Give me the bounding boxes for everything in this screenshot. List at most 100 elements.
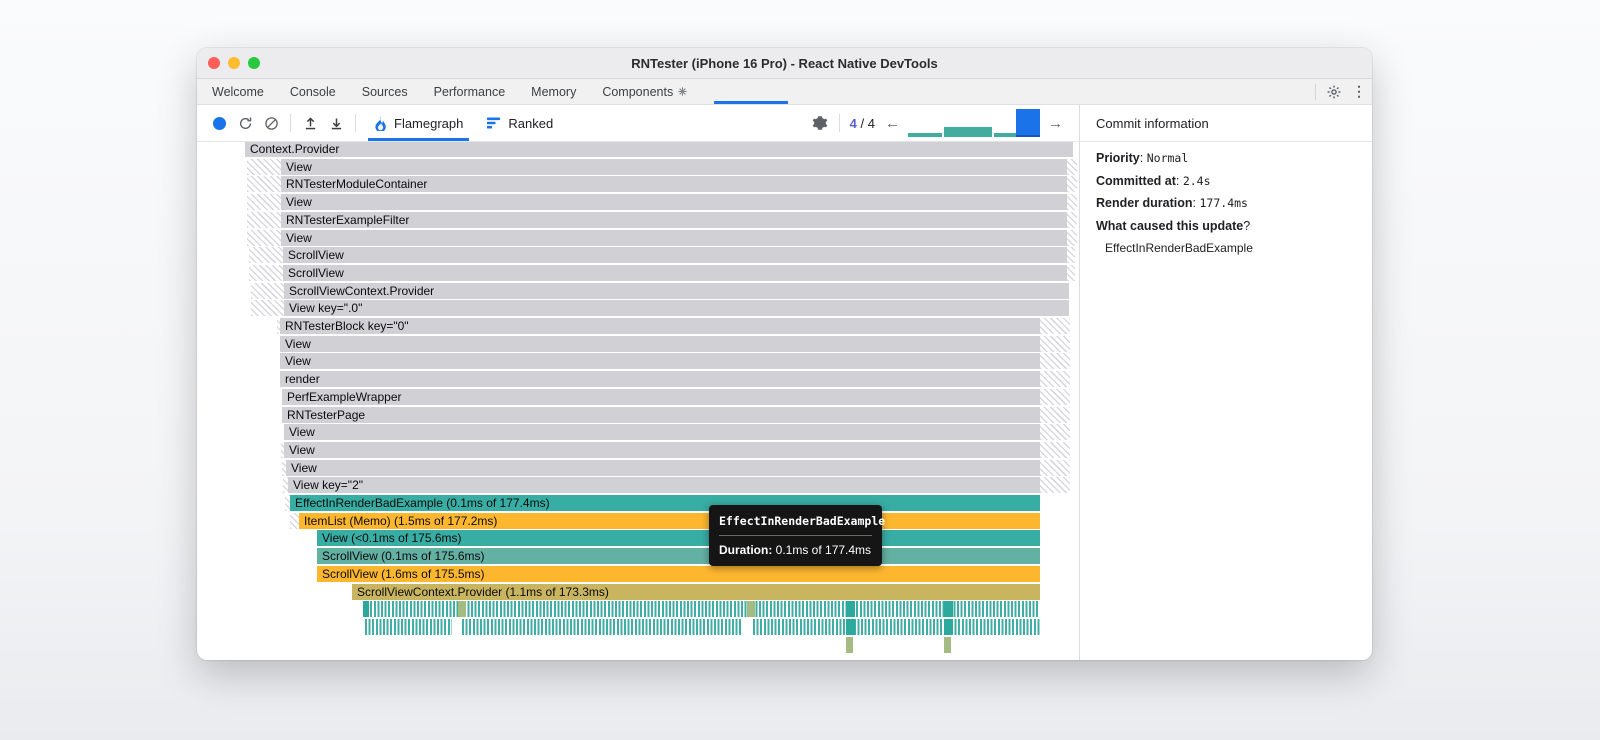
flame-bar-label: View [286,230,312,245]
active-tab-underline [714,101,789,104]
flame-bar[interactable] [944,601,953,618]
devtools-window: RNTester (iPhone 16 Pro) - React Native … [197,48,1372,660]
flame-hatch-right [1067,229,1077,246]
flame-bar[interactable]: ScrollViewContext.Provider [284,282,1069,299]
flame-bar[interactable]: View key=".0" [284,300,1069,317]
tab-performance[interactable]: Performance [421,79,519,104]
flame-bar[interactable]: ScrollView (1.6ms of 175.5ms) [317,565,1040,582]
tab-memory[interactable]: Memory [518,79,589,104]
divider [355,114,356,132]
previous-commit-button[interactable]: ← [879,115,906,132]
clear-profile-button[interactable] [258,110,284,136]
flame-bar[interactable]: View [284,441,1040,458]
titlebar: RNTester (iPhone 16 Pro) - React Native … [197,48,1372,79]
flame-hatch-left [247,229,281,246]
flame-hatch-left [247,194,281,211]
flame-hatch-right [1040,424,1070,441]
close-window-button[interactable] [208,57,220,69]
flame-bar[interactable]: ScrollView [283,264,1067,281]
flame-bar-label: ScrollViewContext.Provider (1.1ms of 173… [357,584,609,599]
load-profile-button[interactable] [297,110,323,136]
asterisk-icon [678,87,687,96]
flame-micro-bars[interactable] [753,618,1040,635]
commit-bar[interactable] [944,127,992,137]
commit-bar[interactable] [908,133,942,137]
flame-hatch-left [247,158,281,175]
flame-bar[interactable]: View [286,459,1040,476]
content-area: Context.Provider View RNTesterModuleContai… [197,142,1372,660]
tab-components[interactable]: Components [589,79,700,104]
commit-information-header: Commit information [1079,105,1372,141]
flame-bar[interactable] [846,601,855,618]
flame-bar[interactable]: ScrollView [283,247,1067,264]
flame-bar-label: ScrollView [288,248,344,263]
flame-bar[interactable]: View [281,158,1067,175]
tab-sources[interactable]: Sources [349,79,421,104]
flame-bar[interactable] [747,601,755,618]
flame-bar[interactable]: ScrollViewContext.Provider (1.1ms of 173… [352,583,1040,600]
flame-bar[interactable]: View [280,353,1040,370]
flame-hatch-right [1067,247,1075,264]
minimize-window-button[interactable] [228,57,240,69]
tab-profiler-active[interactable] [714,79,789,104]
flame-bar[interactable] [363,601,369,618]
flame-bar-label: View [286,159,312,174]
flamegraph-tab-underline [368,138,470,141]
flame-bar-label: View [291,460,317,475]
cause-component[interactable]: EffectInRenderBadExample [1096,241,1358,255]
flame-bar-label: render [285,372,320,387]
flame-bar[interactable] [944,618,953,635]
flame-bar[interactable]: ItemList (Memo) (1.5ms of 177.2ms) [299,512,1040,529]
flame-bar[interactable]: EffectInRenderBadExample (0.1ms of 177.4… [290,495,1040,511]
flame-bar[interactable]: View [281,229,1067,246]
flame-micro-bars[interactable] [365,618,452,635]
tab-console[interactable]: Console [277,79,349,104]
profiler-settings-button[interactable] [807,110,833,136]
tab-welcome[interactable]: Welcome [199,79,277,104]
flame-bar[interactable]: RNTesterPage [282,406,1040,423]
flamegraph-tab-label: Flamegraph [394,115,464,131]
commit-bar-selected[interactable] [1016,109,1040,137]
flame-bar[interactable] [944,636,951,653]
flame-bar[interactable]: render [280,371,1040,388]
flamegraph-tab[interactable]: Flamegraph [362,105,475,141]
flame-bar-label: View (<0.1ms of 175.6ms) [322,531,462,546]
flame-bar-label: View [286,195,312,210]
flame-bar[interactable]: View key="2" [288,477,1040,494]
flame-bar[interactable]: RNTesterBlock key="0" [280,318,1040,334]
divider [838,114,840,132]
reload-profile-button[interactable] [232,110,258,136]
flame-hatch-left [249,264,283,281]
flame-bar[interactable]: PerfExampleWrapper [282,388,1040,405]
commit-bar[interactable] [994,133,1016,137]
flame-bar-label: ScrollView (1.6ms of 175.5ms) [322,566,485,581]
next-commit-button[interactable]: → [1042,115,1069,132]
flame-bar[interactable]: ScrollView (0.1ms of 175.6ms) [317,548,1040,565]
flame-bar-label: View [289,425,315,440]
flame-bar[interactable]: View [281,194,1067,211]
flame-bar[interactable]: RNTesterExampleFilter [281,211,1067,228]
flame-bar[interactable]: View (<0.1ms of 175.6ms) [317,530,1040,547]
flame-hatch-left [247,176,281,193]
ranked-tab[interactable]: Ranked [475,105,565,141]
flame-bar[interactable]: View [284,424,1040,441]
flame-bar[interactable] [458,601,466,618]
flame-bar[interactable]: View [280,335,1040,352]
more-menu-icon[interactable]: ⋮ [1352,83,1366,100]
save-profile-button[interactable] [323,110,349,136]
divider [1315,83,1316,100]
block-icon [264,116,278,130]
flame-bar[interactable]: RNTesterModuleContainer [281,176,1067,193]
settings-gear-icon[interactable] [1326,84,1342,100]
flame-bar[interactable] [846,618,855,635]
flame-bar-label: ScrollView (0.1ms of 175.6ms) [322,549,485,564]
flame-bar[interactable] [846,636,853,653]
cause-field-label: What caused this update? [1096,218,1251,233]
commit-selector-chart[interactable] [908,108,1040,138]
flame-micro-bars[interactable] [462,618,742,635]
toolbar-row: Flamegraph Ranked 4 / 4 ← → Commit infor… [197,105,1372,142]
record-button[interactable] [206,110,232,136]
flame-bar[interactable]: Context.Provider [245,142,1073,157]
zoom-window-button[interactable] [248,57,260,69]
gear-icon [812,116,827,130]
